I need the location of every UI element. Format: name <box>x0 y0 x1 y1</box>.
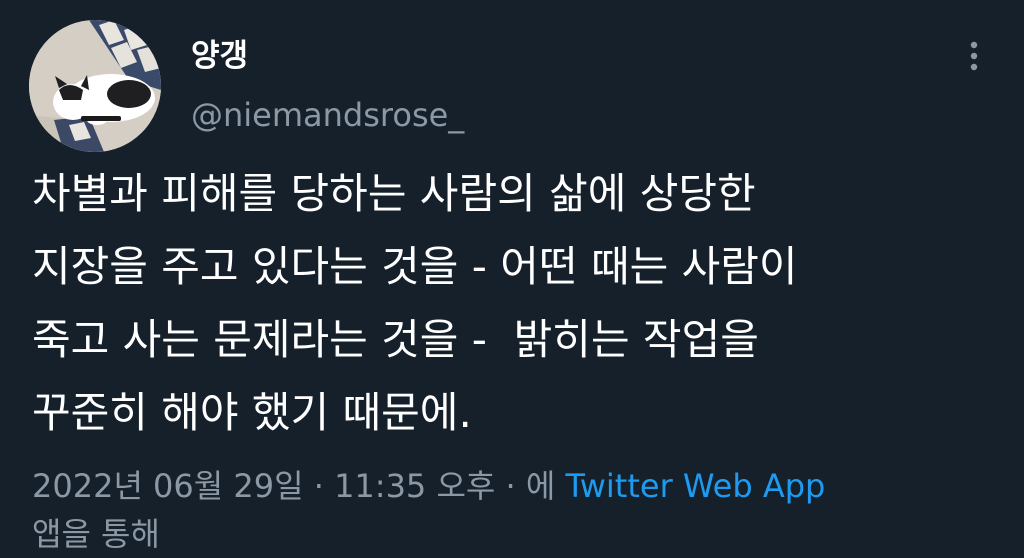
meta-separator: · <box>495 467 526 505</box>
tweet-date[interactable]: 2022년 06월 29일 <box>32 467 304 505</box>
source-app-link[interactable]: Twitter Web App <box>565 467 825 505</box>
avatar-cat-image <box>29 20 161 152</box>
tweet-text: 차별과 피해를 당하는 사람의 삶에 상당한 지장을 주고 있다는 것을 - 어… <box>32 157 992 449</box>
meta-separator: · <box>303 467 335 505</box>
tweet-metadata: 2022년 06월 29일 · 11:35 오후 · 에 Twitter Web… <box>32 462 992 558</box>
author-display-name[interactable]: 양갱 <box>191 36 248 76</box>
tweet-text-line: 지장을 주고 있다는 것을 - 어떤 때는 사람이 <box>32 242 798 291</box>
tweet-text-line: 꾸준히 해야 했기 때문에. <box>32 388 472 437</box>
tweet-text-line: 차별과 피해를 당하는 사람의 삶에 상당한 <box>32 169 756 218</box>
avatar[interactable] <box>29 20 161 152</box>
more-options-button[interactable] <box>958 38 990 78</box>
tweet-time[interactable]: 11:35 오후 <box>334 467 495 505</box>
more-vertical-icon <box>970 41 978 71</box>
author-handle[interactable]: @niemandsrose_ <box>191 94 464 136</box>
via-prefix: 에 <box>525 467 566 505</box>
tweet-text-line: 죽고 사는 문제라는 것을 - 밝히는 작업을 <box>32 315 759 364</box>
tweet-card: 양갱 @niemandsrose_ 차별과 피해를 당하는 사람의 삶에 상당한… <box>0 0 1024 558</box>
via-suffix: 앱을 통해 <box>32 515 160 553</box>
